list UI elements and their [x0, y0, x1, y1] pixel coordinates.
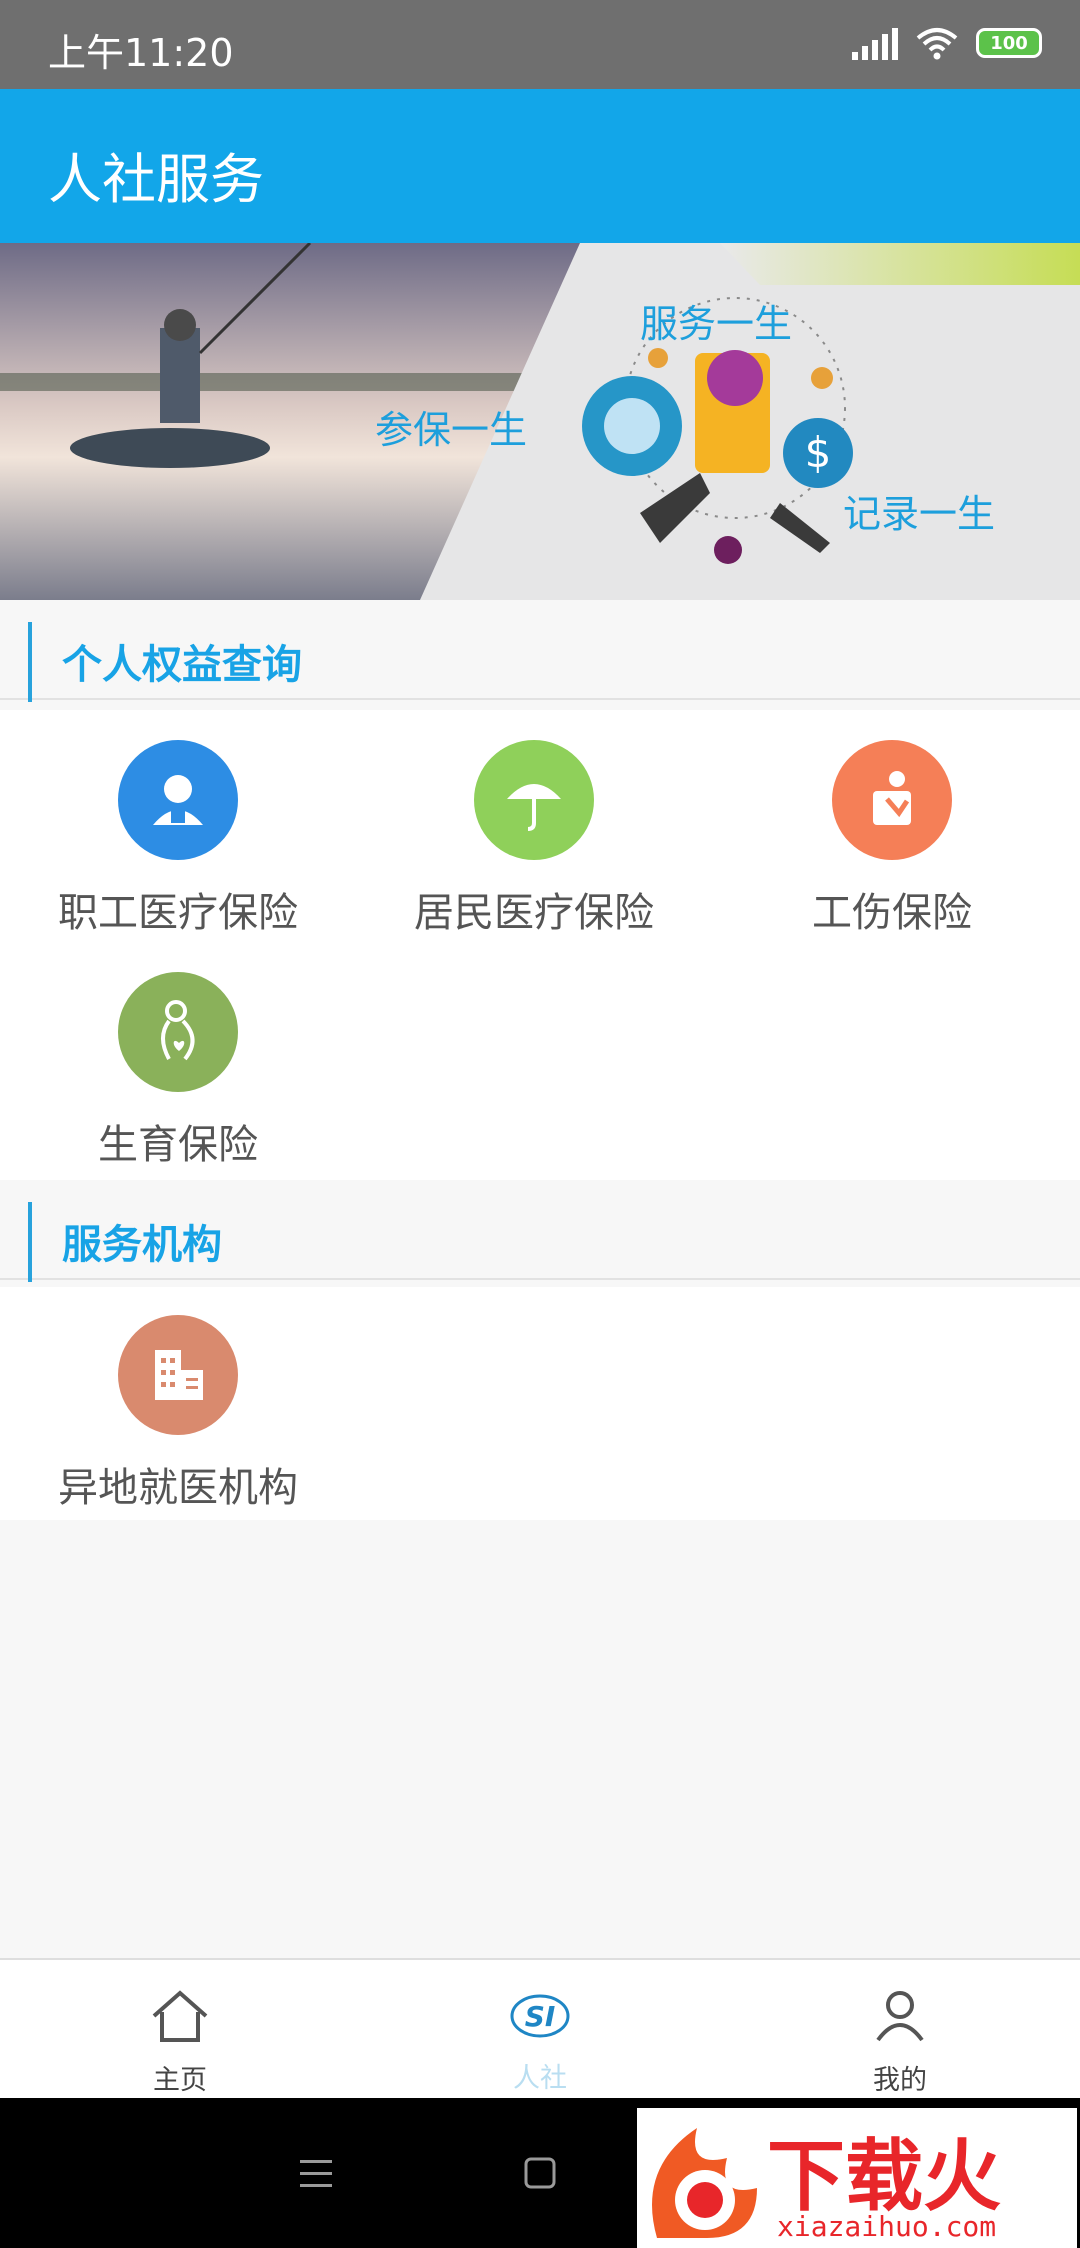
- tab-mine[interactable]: 我的: [800, 1988, 1000, 2097]
- status-time: 上午11:20: [48, 31, 234, 75]
- wifi-icon: [916, 28, 958, 60]
- watermark-logo: 下载火 xiazaihuo.com: [637, 2108, 1077, 2248]
- section-title: 服务机构: [62, 1222, 222, 1268]
- section-institutions-header: 服务机构: [0, 1180, 1080, 1282]
- home-icon: [152, 1990, 208, 2042]
- watermark-url: xiazaihuo.com: [777, 2210, 997, 2243]
- section-title: 个人权益查询: [62, 642, 302, 688]
- service-label: 职工医疗保险: [58, 890, 298, 936]
- battery-icon: 100: [976, 28, 1042, 58]
- service-label: 居民医疗保险: [414, 890, 654, 936]
- app-bar: 人社服务: [0, 89, 1080, 243]
- status-bar: 上午11:20 100: [0, 0, 1080, 89]
- institutions-grid: 异地就医机构: [0, 1287, 1080, 1520]
- service-item-maternity[interactable]: 生育保险: [28, 972, 328, 1170]
- svg-text:SI: SI: [525, 2000, 556, 2033]
- banner-text-service: 服务一生: [640, 302, 793, 346]
- service-item-work-injury[interactable]: 工伤保险: [742, 740, 1042, 938]
- personal-services-grid: 职工医疗保险 居民医疗保险 工伤保险 生育保险: [0, 710, 1080, 1180]
- service-item-resident-medical[interactable]: 居民医疗保险: [384, 740, 684, 938]
- menu-icon[interactable]: [298, 2158, 334, 2190]
- tab-label: 主页: [153, 2065, 207, 2096]
- tab-label: 人社: [513, 2063, 567, 2094]
- building-icon: [118, 1315, 238, 1435]
- bottom-tab-bar: 主页 SI 人社 我的: [0, 1958, 1080, 2098]
- employee-icon: [118, 740, 238, 860]
- service-label: 异地就医机构: [58, 1465, 298, 1511]
- banner-text-record: 记录一生: [843, 492, 996, 536]
- tab-label: 我的: [873, 2065, 927, 2096]
- tab-social-security[interactable]: SI 人社: [440, 1988, 640, 2095]
- maternity-icon: [118, 972, 238, 1092]
- svg-text:$: $: [805, 428, 832, 477]
- person-icon: [876, 1991, 924, 2042]
- promo-banner[interactable]: $ 服务一生 参保一生 记录一生: [0, 243, 1080, 600]
- service-item-employee-medical[interactable]: 职工医疗保险: [28, 740, 328, 938]
- section-accent-bar: [28, 622, 32, 702]
- signal-icon: [852, 26, 898, 60]
- injury-icon: [832, 740, 952, 860]
- section-accent-bar: [28, 1202, 32, 1282]
- section-personal-header: 个人权益查询: [0, 600, 1080, 702]
- page-title: 人社服务: [48, 148, 264, 211]
- tab-home[interactable]: 主页: [80, 1988, 280, 2097]
- service-label: 工伤保险: [812, 890, 972, 936]
- umbrella-icon: [474, 740, 594, 860]
- status-icons: 100: [852, 26, 1042, 60]
- si-logo-icon: SI: [510, 1994, 570, 2038]
- home-square-icon[interactable]: [523, 2156, 557, 2190]
- service-label: 生育保险: [98, 1122, 258, 1168]
- service-item-remote-medical-institutions[interactable]: 异地就医机构: [28, 1315, 328, 1513]
- banner-text-insure: 参保一生: [375, 408, 528, 452]
- banner-illustration: $: [0, 243, 1080, 600]
